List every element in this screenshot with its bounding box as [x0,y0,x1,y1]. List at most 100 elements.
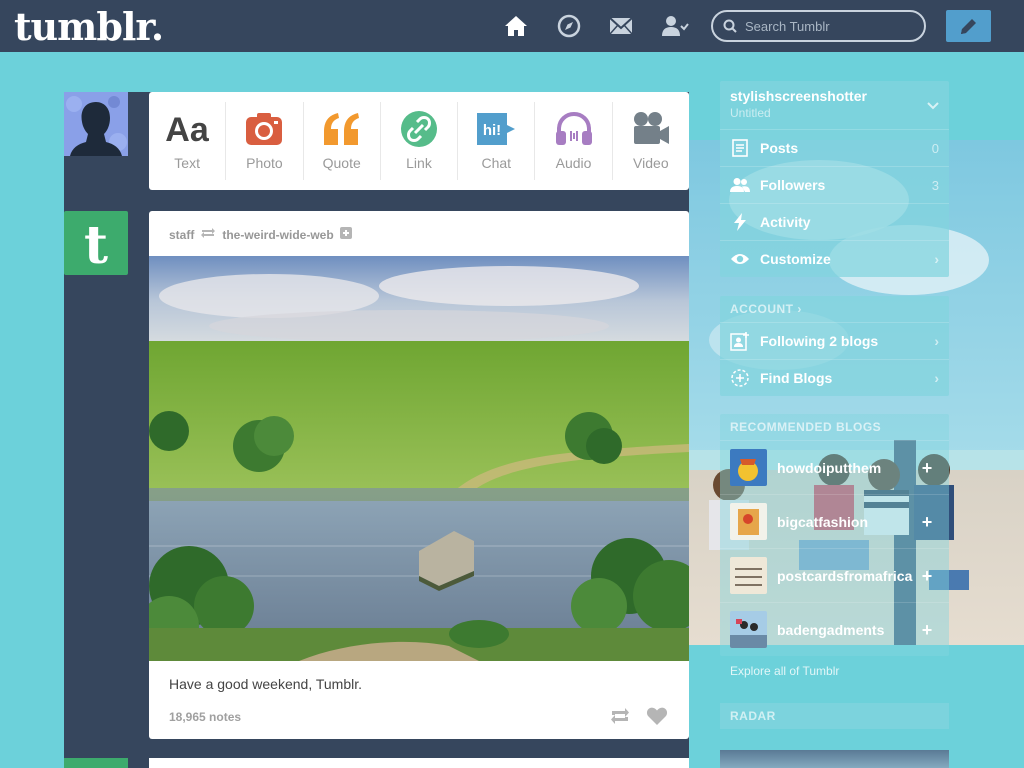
post-caption: Have a good weekend, Tumblr. [169,676,363,692]
followers-count: 3 [931,177,939,193]
post-type-chat[interactable]: hi! Chat [458,102,536,180]
follow-button[interactable]: + [915,618,939,642]
post-type-audio[interactable]: Audio [535,102,613,180]
chevron-down-icon[interactable] [927,97,939,115]
follow-button[interactable]: + [915,456,939,480]
post-photo[interactable] [149,256,689,661]
recommended-blog[interactable]: badengadments + [720,602,949,656]
blog-avatar[interactable] [730,557,767,594]
chevron-right-icon: › [934,333,939,349]
svg-text:hi!: hi! [483,122,501,139]
staff-avatar[interactable]: t [64,211,128,276]
explore-tumblr-link[interactable]: Explore all of Tumblr [730,664,839,678]
blog-name: stylishscreenshotter [730,88,867,104]
posts-icon [730,139,750,157]
inbox-icon[interactable] [607,12,635,40]
post-type-label: Video [633,155,669,171]
search-box[interactable] [711,10,926,42]
heart-icon[interactable] [646,706,668,731]
sidebar-item-followers[interactable]: Followers 3 [720,166,949,203]
radar-header: RADAR [720,703,949,729]
blog-avatar[interactable] [730,449,767,486]
camera-icon [244,109,284,149]
post-type-link[interactable]: Link [381,102,459,180]
sidebar-item-activity[interactable]: Activity [720,203,949,240]
sidebar-item-following[interactable]: Following 2 blogs › [720,322,949,359]
chevron-right-icon: › [934,251,939,267]
blog-avatar[interactable] [730,503,767,540]
blog-header[interactable]: stylishscreenshotter Untitled [720,81,949,129]
post-type-label: Quote [322,155,361,171]
post-type-label: Text [174,155,200,171]
explore-icon[interactable] [555,12,583,40]
account-icon[interactable] [660,12,689,40]
sidebar-item-label: Activity [760,214,811,230]
sidebar-item-label: Posts [760,140,799,156]
search-icon [723,19,737,33]
reblogged-from-link[interactable]: the-weird-wide-web [222,228,333,242]
user-avatar[interactable] [64,92,128,156]
eye-icon [730,252,750,266]
svg-text:Aa: Aa [165,111,210,149]
chevron-right-icon: › [934,370,939,386]
post-type-label: Chat [481,155,512,171]
follow-button[interactable]: + [915,564,939,588]
headphones-icon [554,109,594,149]
blog-title: Untitled [730,106,771,120]
radar-image[interactable] [720,750,949,768]
post-type-label: Audio [555,155,592,171]
posts-count: 0 [931,140,939,156]
top-header: tumblr. [0,0,1024,52]
blog-name[interactable]: postcardsfromafrica [777,568,912,584]
blog-name[interactable]: bigcatfashion [777,514,868,530]
find-blogs-icon [730,368,750,388]
blog-avatar[interactable] [730,611,767,648]
sidebar-item-label: Find Blogs [760,370,833,386]
next-post [149,758,689,768]
sidebar-item-find-blogs[interactable]: Find Blogs › [720,359,949,396]
post-type-video[interactable]: Video [613,102,689,180]
recommended-blog[interactable]: postcardsfromafrica + [720,548,949,602]
recommended-blog[interactable]: bigcatfashion + [720,494,949,548]
pencil-icon [961,19,976,34]
dashboard-post: staff the-weird-wide-web Have a good wee… [149,211,689,739]
post-type-bar: Aa Text Photo Quote Link hi! Chat Audio [149,92,689,190]
link-icon [400,109,438,149]
tumblr-logo[interactable]: tumblr. [14,4,164,49]
account-card: ACCOUNT › Following 2 blogs › Find Blogs… [720,296,949,396]
post-notes-count[interactable]: 18,965 notes [169,710,241,724]
post-type-label: Link [406,155,432,171]
sidebar-item-label: Followers [760,177,826,193]
post-type-text[interactable]: Aa Text [149,102,227,180]
blog-name[interactable]: howdoiputthem [777,460,881,476]
reblog-arrow-icon [200,227,216,242]
sidebar-item-customize[interactable]: Customize › [720,240,949,277]
search-input[interactable] [745,16,915,36]
follow-button[interactable]: + [915,510,939,534]
blog-name[interactable]: badengadments [777,622,884,638]
post-type-photo[interactable]: Photo [226,102,304,180]
post-header: staff the-weird-wide-web [169,227,352,242]
compose-button[interactable] [946,10,991,42]
sidebar-item-label: Following 2 blogs [760,333,879,349]
post-type-label: Photo [246,155,283,171]
reblog-icon[interactable] [609,706,631,731]
blog-menu-card: stylishscreenshotter Untitled Posts 0 Fo… [720,81,949,277]
svg-text:t: t [84,215,108,275]
following-icon [730,331,750,351]
home-icon[interactable] [502,12,530,40]
chat-icon: hi! [475,109,517,149]
quote-icon [320,109,364,149]
recommended-header: RECOMMENDED BLOGS [730,420,882,434]
staff-avatar-next[interactable] [64,758,128,768]
recommended-blogs-card: RECOMMENDED BLOGS howdoiputthem + bigcat… [720,414,949,656]
post-type-quote[interactable]: Quote [304,102,381,180]
video-camera-icon [631,109,671,149]
activity-icon [730,213,750,231]
follow-plus-icon[interactable] [339,227,352,242]
sidebar-item-posts[interactable]: Posts 0 [720,129,949,166]
post-author-link[interactable]: staff [169,228,194,242]
account-header[interactable]: ACCOUNT › [720,296,949,322]
recommended-blog[interactable]: howdoiputthem + [720,440,949,494]
text-icon: Aa [163,109,211,149]
